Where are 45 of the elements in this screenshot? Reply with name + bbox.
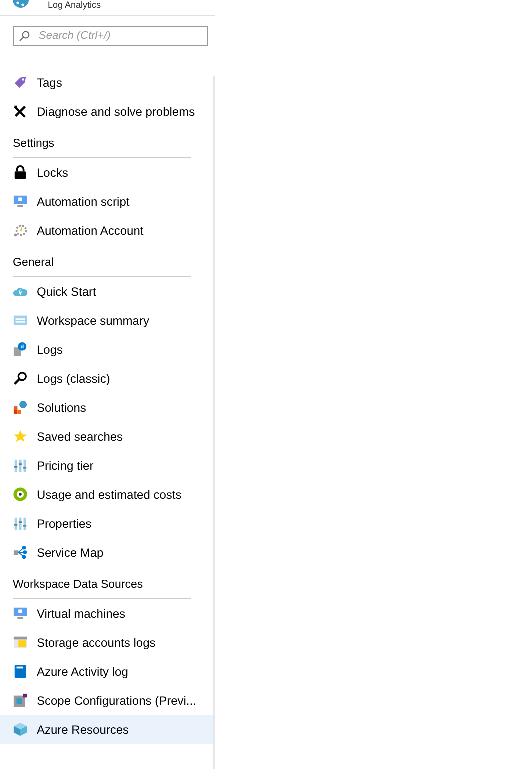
book-icon	[13, 664, 28, 679]
menu-item[interactable]: Automation Account	[0, 216, 213, 245]
magnifier-icon	[13, 371, 28, 386]
section-heading: General	[13, 257, 191, 277]
sliders-icon	[13, 458, 28, 473]
menu-item[interactable]: Saved searches	[0, 422, 213, 451]
menu-item[interactable]: Storage accounts logs	[0, 628, 213, 657]
summary-icon	[13, 313, 28, 328]
menu-item[interactable]: Workspace summary	[0, 306, 213, 335]
sliders-icon	[13, 516, 28, 531]
menu-item[interactable]: Service Map	[0, 538, 213, 567]
tag-icon	[13, 75, 28, 90]
menu-item[interactable]: Solutions	[0, 393, 213, 422]
menu-item[interactable]: Scope Configurations (Previ...	[0, 686, 213, 715]
menu-item[interactable]: Logs	[0, 335, 213, 364]
monitor-icon	[13, 194, 28, 209]
solutions-icon	[13, 400, 28, 415]
monitor-icon	[13, 606, 28, 621]
menu-item[interactable]: Tags	[0, 68, 213, 97]
menu-item[interactable]: Virtual machines	[0, 599, 213, 628]
cube-icon	[13, 722, 28, 737]
menu-item[interactable]: Logs (classic)	[0, 364, 213, 393]
search-icon	[19, 31, 30, 42]
menu-item[interactable]: Usage and estimated costs	[0, 480, 213, 509]
table-icon	[13, 635, 28, 650]
search-field[interactable]: Search (Ctrl+/)	[13, 26, 208, 46]
tools-icon	[13, 104, 28, 119]
menu-item[interactable]: Properties	[0, 509, 213, 538]
network-icon	[13, 545, 28, 560]
menu-item[interactable]: Diagnose and solve problems	[0, 97, 213, 126]
menu-item[interactable]: Pricing tier	[0, 451, 213, 480]
workspace-title: Log Analytics	[48, 0, 102, 11]
menu-item[interactable]: Quick Start	[0, 277, 213, 306]
section-heading: Workspace Data Sources	[13, 579, 191, 599]
scope-icon	[13, 693, 28, 708]
ring-icon	[13, 487, 28, 502]
star-icon	[13, 429, 28, 444]
menu-item[interactable]: Automation script	[0, 187, 213, 216]
logs-icon	[13, 342, 28, 357]
menu-item[interactable]: Azure Resources	[0, 715, 213, 744]
menu-item[interactable]: Locks	[0, 158, 213, 187]
menu-item[interactable]: Azure Activity log	[0, 657, 213, 686]
gear-icon	[13, 223, 28, 238]
lock-icon	[13, 165, 28, 180]
section-heading: Settings	[13, 138, 191, 158]
